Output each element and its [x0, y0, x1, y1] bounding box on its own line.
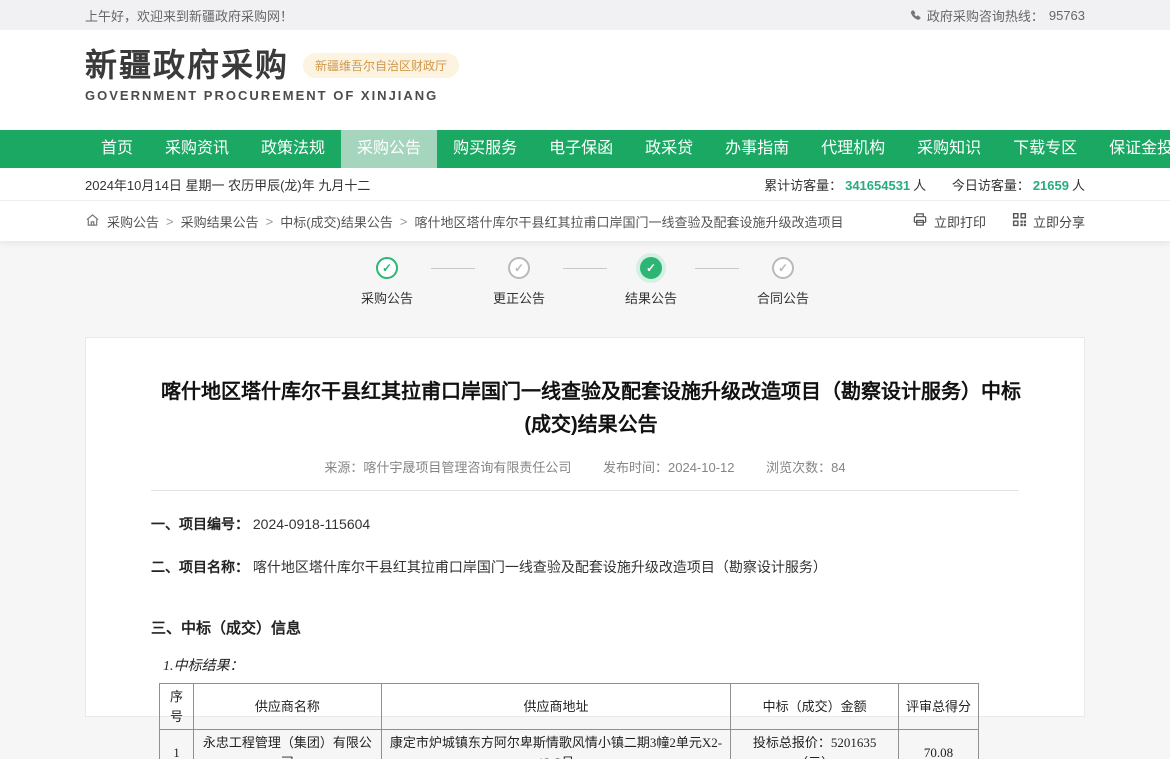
- table-header-row: 序号 供应商名称 供应商地址 中标（成交）金额 评审总得分: [160, 684, 979, 730]
- award-result-table: 序号 供应商名称 供应商地址 中标（成交）金额 评审总得分 1 永忠工程管理（集…: [159, 683, 979, 759]
- project-number-label: 一、项目编号：: [151, 516, 249, 532]
- qr-share-icon: [1012, 212, 1027, 230]
- project-name-line: 二、项目名称： 喀什地区塔什库尔干县红其拉甫口岸国门一线查验及配套设施升级改造项…: [151, 557, 1019, 577]
- nav-item-downloads[interactable]: 下载专区: [997, 130, 1093, 168]
- announcement-meta: 来源：喀什宇晟项目管理咨询有限责任公司 发布时间：2024-10-12 浏览次数…: [151, 457, 1019, 476]
- today-visitors-label: 今日访客量：: [952, 178, 1030, 193]
- home-icon[interactable]: [85, 213, 100, 230]
- visitor-stats: 累计访客量：341654531人 今日访客量：21659人: [764, 175, 1085, 194]
- breadcrumb-item-award-results[interactable]: 中标(成交)结果公告: [280, 212, 393, 231]
- nav-item-gov-loan[interactable]: 政采贷: [629, 130, 709, 168]
- step-correction-announcement[interactable]: ✓ 更正公告: [490, 257, 548, 307]
- site-logo[interactable]: 新疆政府采购: [85, 48, 289, 83]
- today-visitors-value: 21659: [1033, 178, 1069, 193]
- breadcrumb-item-result-announcements[interactable]: 采购结果公告: [181, 212, 259, 231]
- breadcrumb-separator: >: [266, 214, 274, 229]
- announcement-title: 喀什地区塔什库尔干县红其拉甫口岸国门一线查验及配套设施升级改造项目（勘察设计服务…: [151, 376, 1031, 442]
- share-button[interactable]: 立即分享: [1012, 212, 1085, 231]
- award-info-heading: 三、中标（成交）信息: [151, 617, 1019, 638]
- source-text: 来源：喀什宇晟项目管理咨询有限责任公司: [324, 460, 571, 475]
- site-subtitle-en: GOVERNMENT PROCUREMENT OF XINJIANG: [85, 88, 1085, 103]
- table-row: 1 永忠工程管理（集团）有限公司 康定市炉城镇东方阿尔卑斯情歌风情小镇二期3幢2…: [160, 730, 979, 759]
- check-icon: ✓: [508, 257, 530, 279]
- finance-dept-badge: 新疆维吾尔自治区财政厅: [303, 53, 459, 78]
- top-utility-bar: 上午好，欢迎来到新疆政府采购网！ 政府采购咨询热线： 95763: [0, 0, 1170, 30]
- nav-item-agencies[interactable]: 代理机构: [805, 130, 901, 168]
- hotline: 政府采购咨询热线： 95763: [909, 6, 1085, 25]
- col-header-award-amount: 中标（成交）金额: [731, 684, 899, 730]
- cell-supplier-name: 永忠工程管理（集团）有限公司: [193, 730, 381, 759]
- nav-item-knowledge[interactable]: 采购知识: [901, 130, 997, 168]
- breadcrumb-item-current: 喀什地区塔什库尔干县红其拉甫口岸国门一线查验及配套设施升级改造项目（勘察设计服务…: [414, 212, 845, 231]
- step-contract-announcement[interactable]: ✓ 合同公告: [754, 257, 812, 307]
- nav-item-service-guide[interactable]: 办事指南: [709, 130, 805, 168]
- total-visitors-unit: 人: [913, 178, 926, 193]
- cell-index: 1: [160, 730, 194, 759]
- print-button[interactable]: 立即打印: [912, 212, 986, 231]
- step-connector: [695, 268, 739, 269]
- breadcrumb-item-announcements[interactable]: 采购公告: [107, 212, 159, 231]
- announcement-progress: ✓ 采购公告 ✓ 更正公告 ✓ 结果公告 ✓ 合同公告: [0, 241, 1170, 317]
- main-nav: 首页 采购资讯 政策法规 采购公告 购买服务 电子保函 政采贷 办事指南 代理机…: [0, 130, 1170, 168]
- breadcrumb-separator: >: [166, 214, 174, 229]
- today-visitors-unit: 人: [1072, 178, 1085, 193]
- col-header-index: 序号: [160, 684, 194, 730]
- print-label: 立即打印: [934, 212, 986, 231]
- check-icon: ✓: [772, 257, 794, 279]
- site-header: 新疆政府采购 新疆维吾尔自治区财政厅 GOVERNMENT PROCUREMEN…: [0, 30, 1170, 130]
- award-result-label: 1.中标结果：: [163, 655, 1019, 675]
- date-text: 2024年10月14日 星期一 农历甲辰(龙)年 九月十二: [85, 175, 370, 194]
- col-header-supplier-name: 供应商名称: [193, 684, 381, 730]
- nav-item-home[interactable]: 首页: [85, 130, 149, 168]
- nav-item-procurement-news[interactable]: 采购资讯: [149, 130, 245, 168]
- welcome-text: 上午好，欢迎来到新疆政府采购网！: [85, 6, 293, 25]
- check-icon: ✓: [640, 257, 662, 279]
- col-header-review-score: 评审总得分: [899, 684, 979, 730]
- project-number-value: 2024-0918-115604: [253, 516, 370, 532]
- project-name-value: 喀什地区塔什库尔干县红其拉甫口岸国门一线查验及配套设施升级改造项目（勘察设计服务…: [253, 559, 827, 575]
- check-icon: ✓: [376, 257, 398, 279]
- nav-item-announcements[interactable]: 采购公告: [341, 130, 437, 168]
- hotline-number: 95763: [1049, 8, 1085, 23]
- total-visitors-value: 341654531: [845, 178, 910, 193]
- cell-award-amount: 投标总报价：5201635（元）: [731, 730, 899, 759]
- breadcrumb-bar: 采购公告 > 采购结果公告 > 中标(成交)结果公告 > 喀什地区塔什库尔干县红…: [0, 201, 1170, 241]
- step-result-announcement[interactable]: ✓ 结果公告: [622, 257, 680, 307]
- project-name-label: 二、项目名称：: [151, 559, 249, 575]
- cell-supplier-address: 康定市炉城镇东方阿尔卑斯情歌风情小镇二期3幢2单元X2-12-3号: [381, 730, 730, 759]
- col-header-supplier-address: 供应商地址: [381, 684, 730, 730]
- printer-icon: [912, 212, 928, 230]
- step-procurement-announcement[interactable]: ✓ 采购公告: [358, 257, 416, 307]
- cell-review-score: 70.08: [899, 730, 979, 759]
- step-connector: [431, 268, 475, 269]
- hotline-label: 政府采购咨询热线：: [927, 6, 1044, 25]
- phone-icon: [909, 9, 922, 22]
- breadcrumb-separator: >: [400, 214, 408, 229]
- nav-item-e-guarantee[interactable]: 电子保函: [533, 130, 629, 168]
- announcement-card: 喀什地区塔什库尔干县红其拉甫口岸国门一线查验及配套设施升级改造项目（勘察设计服务…: [85, 337, 1085, 717]
- nav-item-purchase-services[interactable]: 购买服务: [437, 130, 533, 168]
- project-number-line: 一、项目编号： 2024-0918-115604: [151, 514, 1019, 534]
- meta-divider: [151, 490, 1019, 491]
- share-label: 立即分享: [1033, 212, 1085, 231]
- nav-item-policies[interactable]: 政策法规: [245, 130, 341, 168]
- step-connector: [563, 268, 607, 269]
- breadcrumb: 采购公告 > 采购结果公告 > 中标(成交)结果公告 > 喀什地区塔什库尔干县红…: [85, 212, 845, 231]
- total-visitors-label: 累计访客量：: [764, 178, 842, 193]
- info-bar: 2024年10月14日 星期一 农历甲辰(龙)年 九月十二 累计访客量：3416…: [0, 168, 1170, 201]
- view-count-text: 浏览次数：84: [766, 460, 845, 475]
- nav-item-deposit-complaint[interactable]: 保证金投诉: [1093, 130, 1170, 168]
- publish-date-text: 发布时间：2024-10-12: [603, 460, 735, 475]
